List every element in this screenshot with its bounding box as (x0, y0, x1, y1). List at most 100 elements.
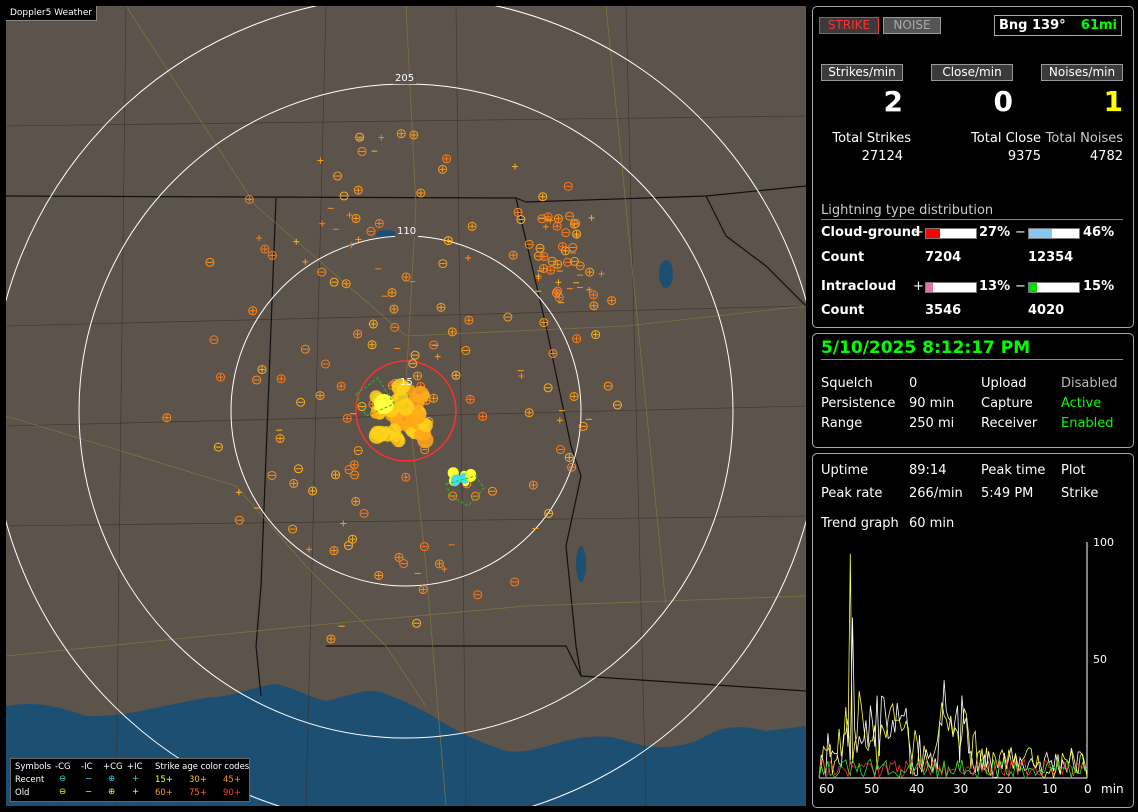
strike-marker (209, 335, 219, 345)
strike-button[interactable]: STRIKE (819, 17, 879, 34)
strike-marker (465, 255, 472, 262)
strike-markers (162, 129, 622, 644)
strike-marker (339, 191, 349, 201)
strikes-per-min-value: 2 (883, 85, 903, 118)
lake (659, 260, 673, 288)
strike-marker (367, 340, 377, 350)
legend-old-pos-cg-icon: ⊕ (108, 787, 116, 797)
strike-marker (350, 470, 360, 480)
strike-marker (260, 244, 270, 254)
noises-per-min-value: 1 (1103, 85, 1123, 118)
close-per-min-value: 0 (993, 85, 1013, 118)
total-close-value: 9375 (1007, 149, 1041, 164)
radar-map[interactable]: Doppler5 Weather 205 110 15 Symbols -CG … (6, 6, 806, 806)
strike-marker (447, 327, 457, 337)
strike-marker (589, 301, 599, 311)
strikes-per-min-button[interactable]: Strikes/min (821, 64, 903, 81)
strike-marker (591, 330, 601, 340)
strike-marker (569, 256, 579, 266)
strike-marker (575, 261, 585, 271)
cg-negative-sign: − (1015, 225, 1026, 240)
strike-marker (470, 491, 480, 501)
map-canvas[interactable] (6, 6, 806, 806)
strike-marker (612, 400, 622, 410)
strike-marker (603, 381, 613, 391)
total-close-label: Total Close (971, 131, 1041, 146)
strike-marker (544, 508, 554, 518)
strike-marker (556, 445, 566, 455)
strike-marker (410, 350, 420, 360)
distribution-divider (821, 219, 1123, 220)
uptime-label: Uptime (821, 463, 869, 478)
map-title: Doppler5 Weather (6, 6, 98, 21)
legend-header-neg-ic: -IC (81, 762, 93, 772)
strike-marker (585, 267, 595, 277)
strike-marker (429, 393, 439, 403)
x-tick-50: 50 (864, 782, 880, 796)
strike-marker (538, 192, 548, 202)
strike-marker (578, 421, 588, 431)
strike-marker (553, 214, 563, 224)
strike-marker (451, 370, 461, 380)
strike-marker (478, 411, 488, 421)
strike-marker (539, 318, 549, 328)
cg-negative-pct: 46% (1083, 225, 1115, 240)
strike-marker (409, 130, 419, 140)
strike-marker (416, 188, 426, 198)
strike-marker (374, 570, 384, 580)
recent-strike-dot (465, 471, 477, 482)
strike-marker (387, 288, 397, 298)
squelch-value: 0 (909, 376, 918, 391)
total-strikes-value: 27124 (861, 149, 903, 164)
strike-marker (319, 220, 326, 227)
cg-positive-sign: + (913, 225, 924, 240)
strike-marker (434, 559, 444, 569)
strike-marker (547, 256, 557, 266)
strike-marker (389, 304, 399, 314)
trend-graph-value: 60 min (909, 516, 955, 531)
strike-marker (524, 408, 534, 418)
strike-marker (569, 391, 579, 401)
strike-marker (572, 229, 582, 239)
strike-marker (558, 242, 568, 252)
x-tick-20: 20 (997, 782, 1013, 796)
strike-marker (256, 235, 263, 242)
upload-value: Disabled (1061, 376, 1118, 391)
strike-marker (329, 546, 339, 556)
strike-marker (296, 397, 306, 407)
strike-marker (368, 319, 378, 329)
state-border (6, 195, 527, 203)
plot-value[interactable]: Strike (1061, 486, 1098, 501)
strike-marker (341, 279, 351, 289)
legend-header-neg-cg: -CG (55, 762, 71, 772)
y-tick-100: 100 (1093, 536, 1114, 549)
bearing-value: Bng 139° (999, 18, 1066, 33)
noises-per-min-button[interactable]: Noises/min (1041, 64, 1123, 81)
trend-series-line (818, 758, 1088, 779)
strike-cluster-dot (397, 398, 415, 416)
squelch-label: Squelch (821, 376, 873, 391)
strike-marker (436, 302, 446, 312)
legend-recent-pos-ic-icon: + (132, 774, 140, 784)
strike-marker (543, 212, 553, 222)
close-per-min-button[interactable]: Close/min (931, 64, 1013, 81)
legend-recent-neg-ic-icon: − (85, 774, 93, 784)
state-border (525, 185, 806, 203)
total-strikes-label: Total Strikes (832, 131, 911, 146)
total-noises-label: Total Noises (1045, 131, 1123, 146)
legend-age-60: 60+ (155, 788, 173, 798)
receiver-value: Enabled (1061, 416, 1114, 431)
legend-recent-pos-cg-icon: ⊕ (108, 774, 116, 784)
strike-marker (555, 279, 562, 286)
ic-negative-bar (1028, 282, 1080, 293)
x-tick-40: 40 (909, 782, 925, 796)
strike-marker (366, 226, 376, 236)
strike-marker (443, 236, 453, 246)
trend-graph-label: Trend graph (821, 516, 899, 531)
strike-marker (588, 290, 598, 300)
strike-marker (252, 375, 262, 385)
legend-age-90: 90+ (223, 788, 241, 798)
strike-marker (434, 353, 441, 360)
noise-button[interactable]: NOISE (883, 17, 941, 34)
strike-marker (487, 486, 497, 496)
